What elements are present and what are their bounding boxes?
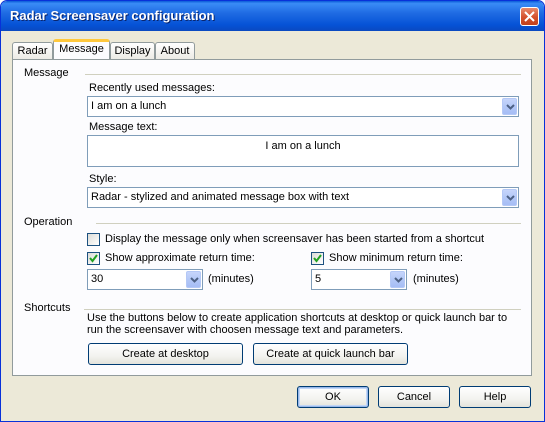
message-text-label: Message text: xyxy=(89,121,158,133)
title-bar[interactable]: Radar Screensaver configuration xyxy=(1,1,544,31)
min-return-combo[interactable]: 5 xyxy=(311,269,407,290)
min-return-checkbox[interactable] xyxy=(311,252,324,265)
approx-return-dropdown-button[interactable] xyxy=(186,271,201,288)
min-return-label[interactable]: Show minimum return time: xyxy=(329,252,463,264)
shortcut-only-label[interactable]: Display the message only when screensave… xyxy=(105,233,484,245)
recent-messages-label: Recently used messages: xyxy=(89,82,215,94)
approx-return-label[interactable]: Show approximate return time: xyxy=(105,252,255,264)
tab-display[interactable]: Display xyxy=(110,42,155,59)
operation-group-label: Operation xyxy=(24,216,73,228)
create-at-quick-launch-button[interactable]: Create at quick launch bar xyxy=(253,343,408,365)
chevron-down-icon xyxy=(394,277,403,283)
approx-return-combo[interactable]: 30 xyxy=(87,269,203,290)
shortcuts-description-line2: run the screensaver with choosen message… xyxy=(87,324,404,336)
close-button[interactable] xyxy=(520,7,539,26)
chevron-down-icon xyxy=(506,195,515,201)
tab-radar[interactable]: Radar xyxy=(12,42,53,59)
shortcuts-description-line1: Use the buttons below to create applicat… xyxy=(87,312,508,324)
recent-messages-dropdown-button[interactable] xyxy=(502,98,517,115)
message-group-divider xyxy=(85,74,521,75)
min-return-unit: (minutes) xyxy=(413,273,459,285)
chevron-down-icon xyxy=(506,104,515,110)
tab-about[interactable]: About xyxy=(155,42,195,59)
approx-return-unit: (minutes) xyxy=(208,273,254,285)
cancel-button[interactable]: Cancel xyxy=(378,386,450,408)
create-at-desktop-button[interactable]: Create at desktop xyxy=(88,343,243,365)
recent-messages-value: I am on a lunch xyxy=(91,100,167,112)
operation-group-divider xyxy=(96,223,521,224)
min-return-dropdown-button[interactable] xyxy=(390,271,405,288)
min-return-value: 5 xyxy=(315,273,322,285)
approx-return-value: 30 xyxy=(91,273,104,285)
checkmark-icon xyxy=(313,254,322,263)
message-group-label: Message xyxy=(24,67,69,79)
style-label: Style: xyxy=(89,173,117,185)
shortcuts-group-divider xyxy=(84,309,521,310)
shortcuts-group-label: Shortcuts xyxy=(24,302,71,314)
message-text-field[interactable]: I am on a lunch xyxy=(87,135,519,167)
dialog-window: Radar Screensaver configuration Radar Me… xyxy=(0,0,545,422)
style-dropdown-button[interactable] xyxy=(502,189,517,206)
chevron-down-icon xyxy=(190,277,199,283)
approx-return-checkbox[interactable] xyxy=(87,252,100,265)
tab-message[interactable]: Message xyxy=(53,39,110,59)
message-text-value: I am on a lunch xyxy=(265,140,341,152)
style-value: Radar - stylized and animated message bo… xyxy=(91,191,350,203)
ok-button[interactable]: OK xyxy=(297,386,369,408)
dialog-body: Radar Message Display About Message Rece… xyxy=(4,31,541,418)
style-combo[interactable]: Radar - stylized and animated message bo… xyxy=(87,187,519,208)
recent-messages-combo[interactable]: I am on a lunch xyxy=(87,96,519,117)
message-tab-panel: Message Recently used messages: I am on … xyxy=(12,59,532,376)
help-button[interactable]: Help xyxy=(459,386,531,408)
checkmark-icon xyxy=(89,254,98,263)
shortcut-only-checkbox[interactable] xyxy=(87,233,100,246)
window-title: Radar Screensaver configuration xyxy=(10,8,215,23)
close-icon xyxy=(524,11,535,22)
